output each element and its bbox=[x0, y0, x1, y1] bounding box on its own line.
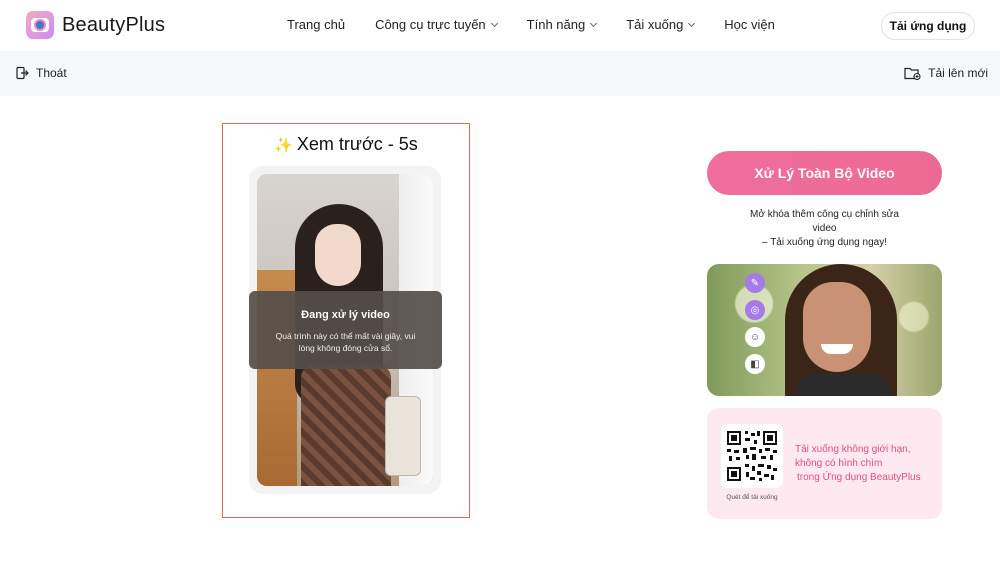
qr-download-card: Quét để tải xuống Tải xuống không giới h… bbox=[707, 408, 942, 519]
nav-item-home[interactable]: Trang chủ bbox=[287, 17, 345, 32]
top-navigation: BeautyPlus Trang chủ Công cụ trực tuyến … bbox=[0, 0, 1000, 51]
nav-label: Học viện bbox=[724, 17, 775, 32]
qr-line-2: không có hình chìm bbox=[795, 458, 883, 469]
exit-icon bbox=[16, 66, 29, 80]
nav-item-features[interactable]: Tính năng bbox=[526, 17, 598, 32]
chevron-down-icon bbox=[688, 19, 696, 27]
preview-title: Xem trước - 5s bbox=[296, 134, 418, 154]
preview-heading: ✨ Xem trước - 5s bbox=[223, 134, 469, 155]
processing-title: Đang xử lý video bbox=[301, 309, 390, 321]
nav-label: Trang chủ bbox=[287, 17, 346, 32]
processing-overlay: Đang xử lý video Quá trình này có thể mấ… bbox=[249, 291, 442, 369]
beauty-icon: ◧ bbox=[745, 354, 765, 374]
qr-promo-text: Tải xuống không giới hạn, không có hình … bbox=[795, 443, 921, 485]
nav-item-online-tools[interactable]: Công cụ trực tuyến bbox=[375, 17, 498, 32]
qr-line-3: trong Ứng dụng BeautyPlus bbox=[797, 472, 921, 483]
upload-label: Tải lên mới bbox=[928, 66, 988, 80]
upload-new-button[interactable]: Tải lên mới bbox=[904, 66, 988, 80]
unlock-line-2: – Tải xuống ứng dụng ngay! bbox=[762, 237, 887, 248]
sparkle-icon: ✨ bbox=[274, 137, 293, 154]
app-promo-image[interactable]: ✎ ◎ ☺ ◧ bbox=[707, 264, 942, 396]
qr-code[interactable] bbox=[721, 424, 783, 488]
folder-upload-icon bbox=[904, 67, 921, 80]
nav-label: Tính năng bbox=[526, 17, 586, 32]
qr-line-1: Tải xuống không giới hạn, bbox=[795, 444, 911, 455]
chevron-down-icon bbox=[590, 19, 598, 27]
exit-label: Thoát bbox=[36, 66, 67, 80]
nav-label: Công cụ trực tuyến bbox=[375, 17, 486, 32]
editor-toolbar: Thoát Tải lên mới bbox=[0, 51, 1000, 96]
face-icon: ☺ bbox=[745, 327, 765, 347]
brand-logo[interactable]: BeautyPlus bbox=[26, 11, 165, 39]
processing-description: Quá trình này có thể mất vài giây, vui l… bbox=[275, 331, 416, 353]
camera-logo-icon bbox=[26, 11, 54, 39]
brand-name: BeautyPlus bbox=[62, 13, 166, 36]
exit-button[interactable]: Thoát bbox=[15, 66, 67, 80]
nav-item-download[interactable]: Tải xuống bbox=[626, 17, 696, 32]
chevron-down-icon bbox=[490, 19, 498, 27]
main-nav: Trang chủ Công cụ trực tuyến Tính năng T… bbox=[287, 17, 805, 32]
retouch-icon: ✎ bbox=[745, 273, 765, 293]
video-preview-panel: ✨ Xem trước - 5s Đang xử lý video Quá trì… bbox=[222, 123, 470, 518]
unlock-line-1: Mở khóa thêm công cụ chỉnh sửa video bbox=[750, 209, 899, 234]
nav-item-academy[interactable]: Học viện bbox=[724, 17, 775, 32]
filter-icon: ◎ bbox=[745, 300, 765, 320]
unlock-message: Mở khóa thêm công cụ chỉnh sửa video – T… bbox=[707, 208, 942, 250]
nav-label: Tải xuống bbox=[626, 17, 684, 32]
qr-caption: Quét để tải xuống bbox=[726, 494, 778, 501]
download-app-button[interactable]: Tải ứng dụng bbox=[881, 12, 975, 40]
process-full-video-button[interactable]: Xử Lý Toàn Bộ Video bbox=[707, 151, 942, 195]
qr-code-image bbox=[727, 431, 777, 481]
